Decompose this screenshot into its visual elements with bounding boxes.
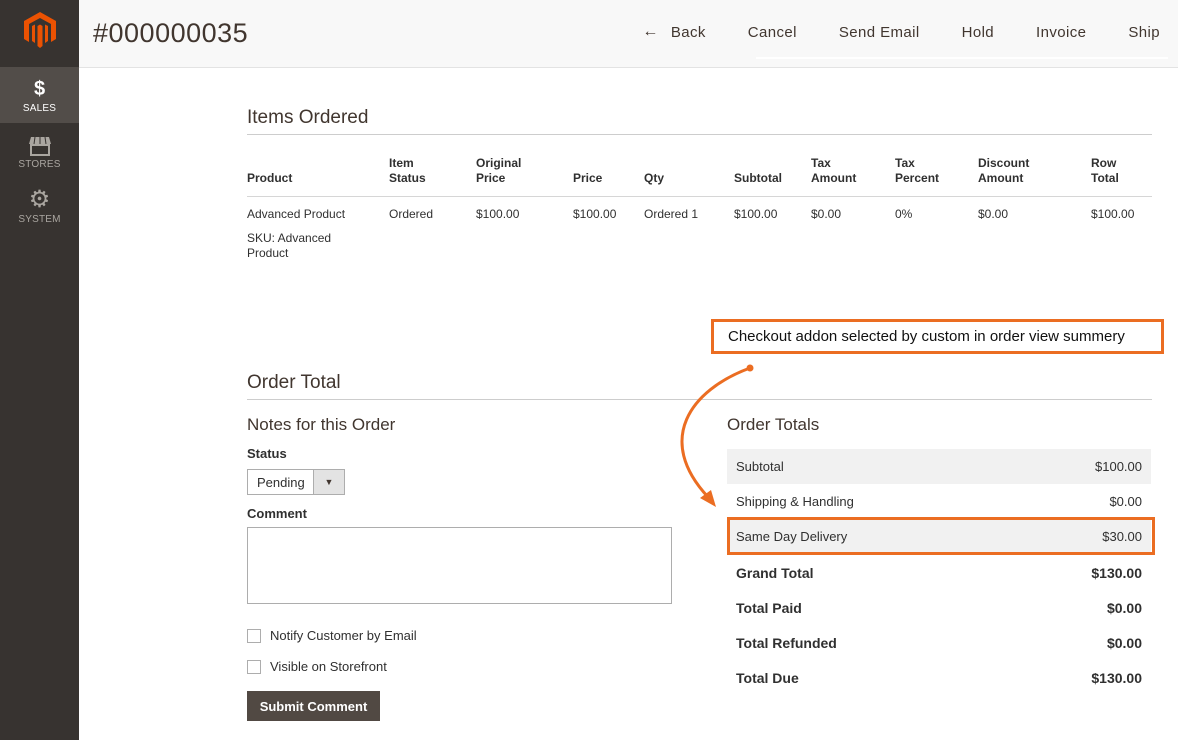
visible-storefront-label: Visible on Storefront [270,659,387,674]
status-select-value: Pending [257,475,305,490]
page-actions-toolbar: ← Back Cancel Send Email Hold Invoice Sh… [621,8,1168,56]
cell-qty: Ordered 1 [644,207,699,221]
items-ordered-title: Items Ordered [247,107,1152,135]
notify-customer-label: Notify Customer by Email [270,628,417,643]
sidebar-item-label: SALES [22,103,57,114]
totals-label: Total Paid [736,599,802,616]
col-row-total: Row Total [1091,156,1152,197]
product-sku: SKU: Advanced Product [247,231,332,260]
col-tax-percent: Tax Percent [895,156,978,197]
back-button-label: Back [670,23,706,41]
magento-logo-icon[interactable] [24,12,56,48]
col-price: Price [573,156,644,197]
col-product: Product [247,156,389,197]
col-original-price: Original Price [476,156,573,197]
sidebar-item-stores[interactable]: STORES [0,123,79,179]
totals-value: $0.00 [1106,634,1142,651]
items-ordered-table: Product Item Status Original Price Price Q… [247,156,1152,261]
submit-comment-button[interactable]: Submit Comment [247,691,380,721]
totals-row-total-paid: Total Paid $0.00 [727,590,1151,625]
totals-label: Grand Total [736,564,814,581]
totals-label: Total Refunded [736,634,837,651]
comment-label: Comment [247,506,307,521]
ship-button[interactable]: Ship [1107,24,1168,41]
cell-subtotal: $100.00 [734,207,778,221]
col-item-status: Item Status [389,156,476,197]
table-header-row: Product Item Status Original Price Price Q… [247,156,1152,197]
page-title: #000000035 [93,18,249,48]
visible-storefront-checkbox-row[interactable]: Visible on Storefront [247,659,387,674]
hold-button[interactable]: Hold [941,24,1015,41]
table-row: Advanced Product SKU: Advanced Product O… [247,197,1152,262]
cell-price: $100.00 [573,207,617,221]
col-subtotal: Subtotal [734,156,811,197]
status-select[interactable]: Pending ▼ [247,469,345,495]
send-email-button[interactable]: Send Email [818,24,941,41]
cell-product: Advanced Product SKU: Advanced Product [247,197,389,262]
invoice-button[interactable]: Invoice [1015,24,1107,41]
arrow-left-icon: ← [642,23,659,40]
cancel-button[interactable]: Cancel [727,24,818,41]
cell-discount-amount: $0.00 [978,207,1009,221]
cell-item-status: Ordered [389,207,434,221]
back-button[interactable]: ← Back [621,23,726,41]
sidebar-item-label: STORES [18,159,61,170]
store-icon [0,133,79,157]
sidebar-item-label: SYSTEM [18,214,61,225]
dollar-icon: $ [33,78,46,100]
totals-row-total-refunded: Total Refunded $0.00 [727,625,1151,660]
annotation-highlight-box [727,517,1155,555]
product-name: Advanced Product [247,207,346,221]
totals-row-shipping: Shipping & Handling $0.00 [727,484,1151,519]
cell-original-price: $100.00 [476,207,520,221]
totals-value: $0.00 [1109,494,1142,509]
sidebar-item-sales[interactable]: $ SALES [0,67,79,123]
cell-tax-percent: 0% [895,207,913,221]
chevron-down-icon: ▼ [313,470,344,494]
col-discount-amount: Discount Amount [978,156,1091,197]
cell-row-total: $100.00 [1091,207,1135,221]
gear-icon: ⚙ [28,186,51,213]
notes-title: Notes for this Order [247,415,396,434]
totals-value: $130.00 [1091,669,1142,686]
col-qty: Qty [644,156,734,197]
notify-customer-checkbox[interactable] [247,628,261,643]
totals-row-grand-total: Grand Total $130.00 [727,555,1151,590]
actions-divider [756,57,1168,59]
sidebar-item-system[interactable]: ⚙ SYSTEM [0,178,79,234]
totals-value: $100.00 [1095,459,1142,474]
comment-textarea[interactable] [247,527,672,604]
notify-customer-checkbox-row[interactable]: Notify Customer by Email [247,628,417,643]
annotation-callout: Checkout addon selected by custom in ord… [711,319,1164,354]
admin-sidebar: $ SALES STORES ⚙ SYSTEM [0,0,79,740]
visible-storefront-checkbox[interactable] [247,659,261,674]
totals-value: $130.00 [1091,564,1142,581]
col-tax-amount: Tax Amount [811,156,895,197]
totals-row-subtotal: Subtotal $100.00 [727,449,1151,484]
totals-label: Total Due [736,669,799,686]
totals-value: $0.00 [1106,599,1142,616]
page-header: #000000035 ← Back Cancel Send Email Hold… [79,0,1178,68]
cell-tax-amount: $0.00 [811,207,842,221]
totals-row-total-due: Total Due $130.00 [727,660,1151,695]
annotation-arrow-icon [680,364,754,507]
status-label: Status [247,446,287,461]
